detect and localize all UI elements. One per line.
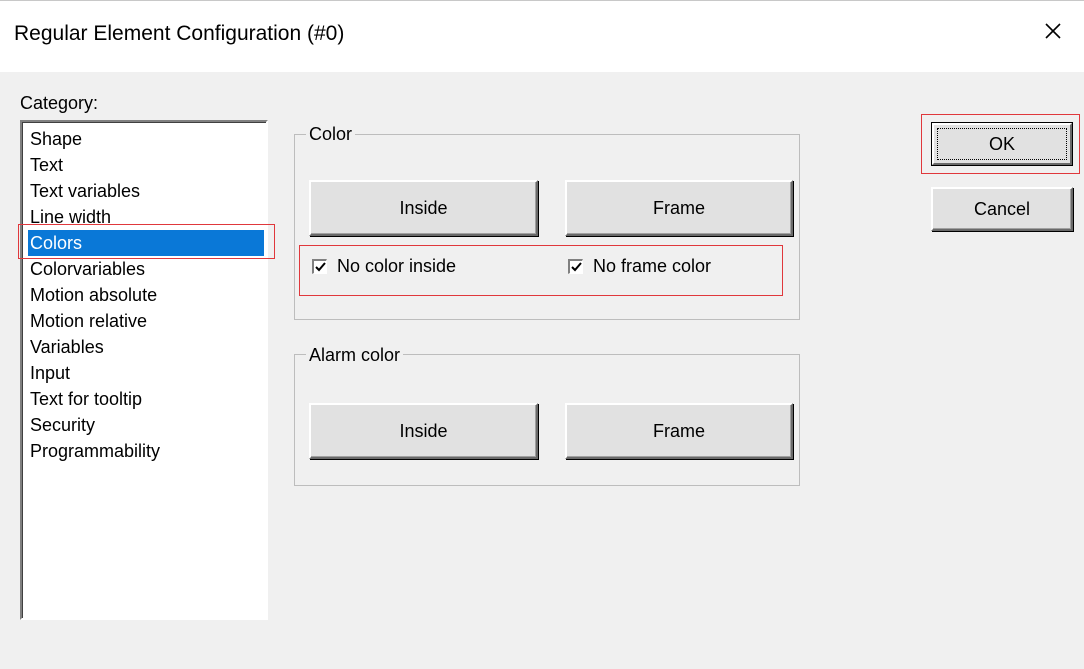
alarm-inside-button[interactable]: Inside [309, 403, 538, 459]
color-inside-button[interactable]: Inside [309, 180, 538, 236]
no-frame-color-label: No frame color [593, 256, 712, 276]
list-item-motion-relative[interactable]: Motion relative [28, 308, 264, 334]
list-item-line-width[interactable]: Line width [28, 204, 264, 230]
color-inside-button-label: Inside [399, 197, 448, 218]
list-item-text[interactable]: Text [28, 152, 264, 178]
no-frame-color-box[interactable] [568, 259, 583, 274]
close-icon[interactable] [1040, 18, 1066, 44]
list-item-variables[interactable]: Variables [28, 334, 264, 360]
color-frame-button-label: Frame [652, 197, 705, 218]
list-item-shape[interactable]: Shape [28, 126, 264, 152]
no-color-inside-box[interactable] [312, 259, 327, 274]
list-item-text-variables[interactable]: Text variables [28, 178, 264, 204]
no-color-inside-checkbox[interactable]: No color inside [312, 256, 456, 277]
title-bar: Regular Element Configuration (#0) [0, 0, 1084, 72]
list-item-input[interactable]: Input [28, 360, 264, 386]
alarm-inside-button-label: Inside [399, 420, 448, 441]
ok-button-label: OK [988, 133, 1015, 154]
ok-button[interactable]: OK [931, 122, 1073, 166]
cancel-button-label: Cancel [973, 198, 1031, 219]
list-item-programmability[interactable]: Programmability [28, 438, 264, 464]
no-color-inside-label: No color inside [337, 256, 457, 276]
list-item-security[interactable]: Security [28, 412, 264, 438]
title-bar-border [0, 0, 1084, 1]
list-item-colorvariables[interactable]: Colorvariables [28, 256, 264, 282]
alarm-frame-button-label: Frame [652, 420, 705, 441]
cancel-button[interactable]: Cancel [931, 187, 1073, 231]
alarm-color-group-label: Alarm color [306, 345, 404, 366]
list-item-colors[interactable]: Colors [28, 230, 264, 256]
no-frame-color-checkbox[interactable]: No frame color [568, 256, 711, 277]
category-list[interactable]: Shape Text Text variables Line width Col… [20, 120, 268, 620]
check-icon [315, 262, 326, 272]
category-label: Category: [20, 93, 99, 113]
color-group-label: Color [306, 124, 356, 145]
check-icon [571, 262, 582, 272]
list-item-motion-absolute[interactable]: Motion absolute [28, 282, 264, 308]
list-item-text-for-tooltip[interactable]: Text for tooltip [28, 386, 264, 412]
window-title: Regular Element Configuration (#0) [14, 22, 345, 45]
color-frame-button[interactable]: Frame [565, 180, 793, 236]
alarm-frame-button[interactable]: Frame [565, 403, 793, 459]
